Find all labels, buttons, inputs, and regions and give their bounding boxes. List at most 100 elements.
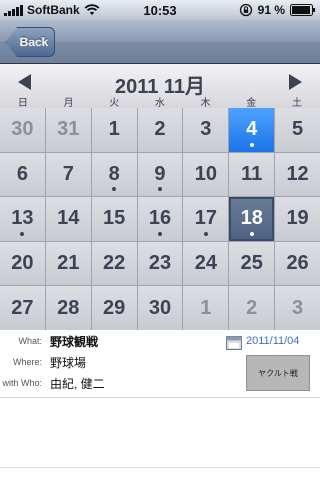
calendar-day[interactable]: 29 xyxy=(91,286,137,330)
calendar-day-number: 1 xyxy=(200,296,212,319)
calendar-day-number: 27 xyxy=(11,296,34,319)
calendar-day-number: 4 xyxy=(246,118,258,141)
calendar-day[interactable]: 9 xyxy=(137,152,183,197)
calendar-day[interactable]: 20 xyxy=(0,241,45,286)
event-indicator-dot xyxy=(20,231,25,236)
calendar-day-number: 30 xyxy=(148,296,172,319)
calendar-day-number: 3 xyxy=(292,296,304,319)
calendar-day[interactable]: 11 xyxy=(229,152,275,197)
event-where-value: 野球場 xyxy=(50,355,87,370)
calendar-day[interactable]: 23 xyxy=(137,241,183,286)
calendar-day[interactable]: 27 xyxy=(0,286,45,330)
event-thumbnail[interactable]: ヤクルト戦 xyxy=(246,355,310,391)
calendar-day-number: 21 xyxy=(57,252,80,275)
event-date[interactable]: 2011/11/04 xyxy=(246,335,299,347)
calendar-day-number: 17 xyxy=(194,207,217,230)
calendar-day[interactable]: 8 xyxy=(91,152,137,197)
battery-percent: 91 % xyxy=(257,3,285,17)
carrier-name: SoftBank xyxy=(27,3,80,17)
calendar-day-number: 19 xyxy=(286,207,309,230)
calendar-header: 2011 11月 日 月 火 水 木 金 土 xyxy=(0,64,320,109)
calendar-day-number: 22 xyxy=(103,252,126,275)
calendar-day[interactable]: 28 xyxy=(45,286,91,330)
calendar-day[interactable]: 12 xyxy=(275,152,320,197)
weekday-label: 水 xyxy=(154,98,165,109)
calendar-day[interactable]: 31 xyxy=(45,108,91,152)
calendar-day-number: 20 xyxy=(11,252,34,275)
weekday-label: 火 xyxy=(109,98,120,109)
status-bar: SoftBank 10:53 91 % xyxy=(0,0,320,20)
weekday-label: 木 xyxy=(200,98,211,109)
empty-list-row[interactable] xyxy=(0,398,320,468)
calendar-day-number: 13 xyxy=(11,207,34,230)
navigation-bar: Back xyxy=(0,20,320,64)
calendar-day-number: 7 xyxy=(62,162,74,185)
calendar-day-number: 2 xyxy=(246,296,258,319)
event-who-row: with Who: 由紀, 健二 xyxy=(0,374,105,392)
calendar-day-number: 25 xyxy=(240,252,263,275)
calendar-day-number: 5 xyxy=(292,118,304,141)
calendar-day[interactable]: 19 xyxy=(275,197,320,241)
calendar-day-number: 31 xyxy=(57,118,80,141)
event-what-row: What: 野球観戦 xyxy=(0,332,98,350)
calendar-day-number: 3 xyxy=(200,118,212,141)
next-month-arrow-icon[interactable] xyxy=(288,74,302,90)
calendar-day[interactable]: 25 xyxy=(229,241,275,286)
event-where-row: Where: 野球場 xyxy=(0,353,86,371)
calendar-day-number: 16 xyxy=(148,207,172,230)
calendar-day[interactable]: 2 xyxy=(229,286,275,330)
calendar-day-number: 9 xyxy=(154,162,166,185)
calendar-day-number: 15 xyxy=(103,207,126,230)
calendar-day-number: 24 xyxy=(194,252,217,275)
calendar-day[interactable]: 2 xyxy=(137,108,183,152)
weekday-label: 土 xyxy=(291,98,302,109)
calendar-day-number: 28 xyxy=(57,296,80,319)
calendar-day[interactable]: 7 xyxy=(45,152,91,197)
event-who-value: 由紀, 健二 xyxy=(50,376,105,391)
event-what-value: 野球観戦 xyxy=(50,334,99,349)
event-indicator-dot xyxy=(112,187,117,192)
calendar-day[interactable]: 17 xyxy=(183,197,229,241)
calendar-day-number: 2 xyxy=(154,118,166,141)
event-indicator-dot xyxy=(249,231,254,236)
event-who-label: with Who: xyxy=(2,378,42,388)
calendar-day-today[interactable]: 4 xyxy=(229,108,275,152)
calendar-day-number: 14 xyxy=(57,207,80,230)
calendar-day[interactable]: 1 xyxy=(183,286,229,330)
calendar-day-number: 26 xyxy=(286,252,309,275)
calendar-day[interactable]: 1 xyxy=(91,108,137,152)
calendar-day[interactable]: 13 xyxy=(0,197,45,241)
event-indicator-dot xyxy=(157,187,162,192)
status-right: 91 % xyxy=(239,3,316,17)
calendar-day[interactable]: 26 xyxy=(275,241,320,286)
calendar-day-selected[interactable]: 18 xyxy=(229,197,275,241)
calendar-day[interactable]: 15 xyxy=(91,197,137,241)
event-detail[interactable]: What: 野球観戦 Where: 野球場 with Who: 由紀, 健二 2… xyxy=(0,330,320,398)
calendar-day-number: 23 xyxy=(148,252,172,275)
calendar-day[interactable]: 3 xyxy=(183,108,229,152)
orientation-lock-icon xyxy=(239,3,252,17)
event-what-label: What: xyxy=(18,336,42,346)
calendar-grid: 30 31 1 2 3 4 5 6 7 8 9 10 11 12 13 14 15 16 17 18 19 20 21 22 2… xyxy=(0,108,320,330)
calendar-day[interactable]: 24 xyxy=(183,241,229,286)
calendar-day[interactable]: 5 xyxy=(275,108,320,152)
back-button[interactable]: Back xyxy=(5,27,55,57)
calendar-day[interactable]: 22 xyxy=(91,241,137,286)
calendar-day[interactable]: 6 xyxy=(0,152,45,197)
event-indicator-dot xyxy=(203,231,208,236)
calendar-day[interactable]: 16 xyxy=(137,197,183,241)
calendar-day[interactable]: 30 xyxy=(137,286,183,330)
calendar-day[interactable]: 10 xyxy=(183,152,229,197)
calendar-day-number: 11 xyxy=(241,162,263,185)
calendar-day[interactable]: 3 xyxy=(275,286,320,330)
status-left: SoftBank xyxy=(0,3,100,17)
calendar-icon xyxy=(226,336,242,350)
calendar-day[interactable]: 21 xyxy=(45,241,91,286)
calendar-day[interactable]: 14 xyxy=(45,197,91,241)
calendar-day-number: 18 xyxy=(240,207,263,230)
calendar-day[interactable]: 30 xyxy=(0,108,45,152)
calendar-day-number: 10 xyxy=(194,162,217,185)
weekday-label: 日 xyxy=(17,98,28,109)
calendar-day-number: 12 xyxy=(286,162,309,185)
calendar-day-number: 8 xyxy=(108,162,120,185)
